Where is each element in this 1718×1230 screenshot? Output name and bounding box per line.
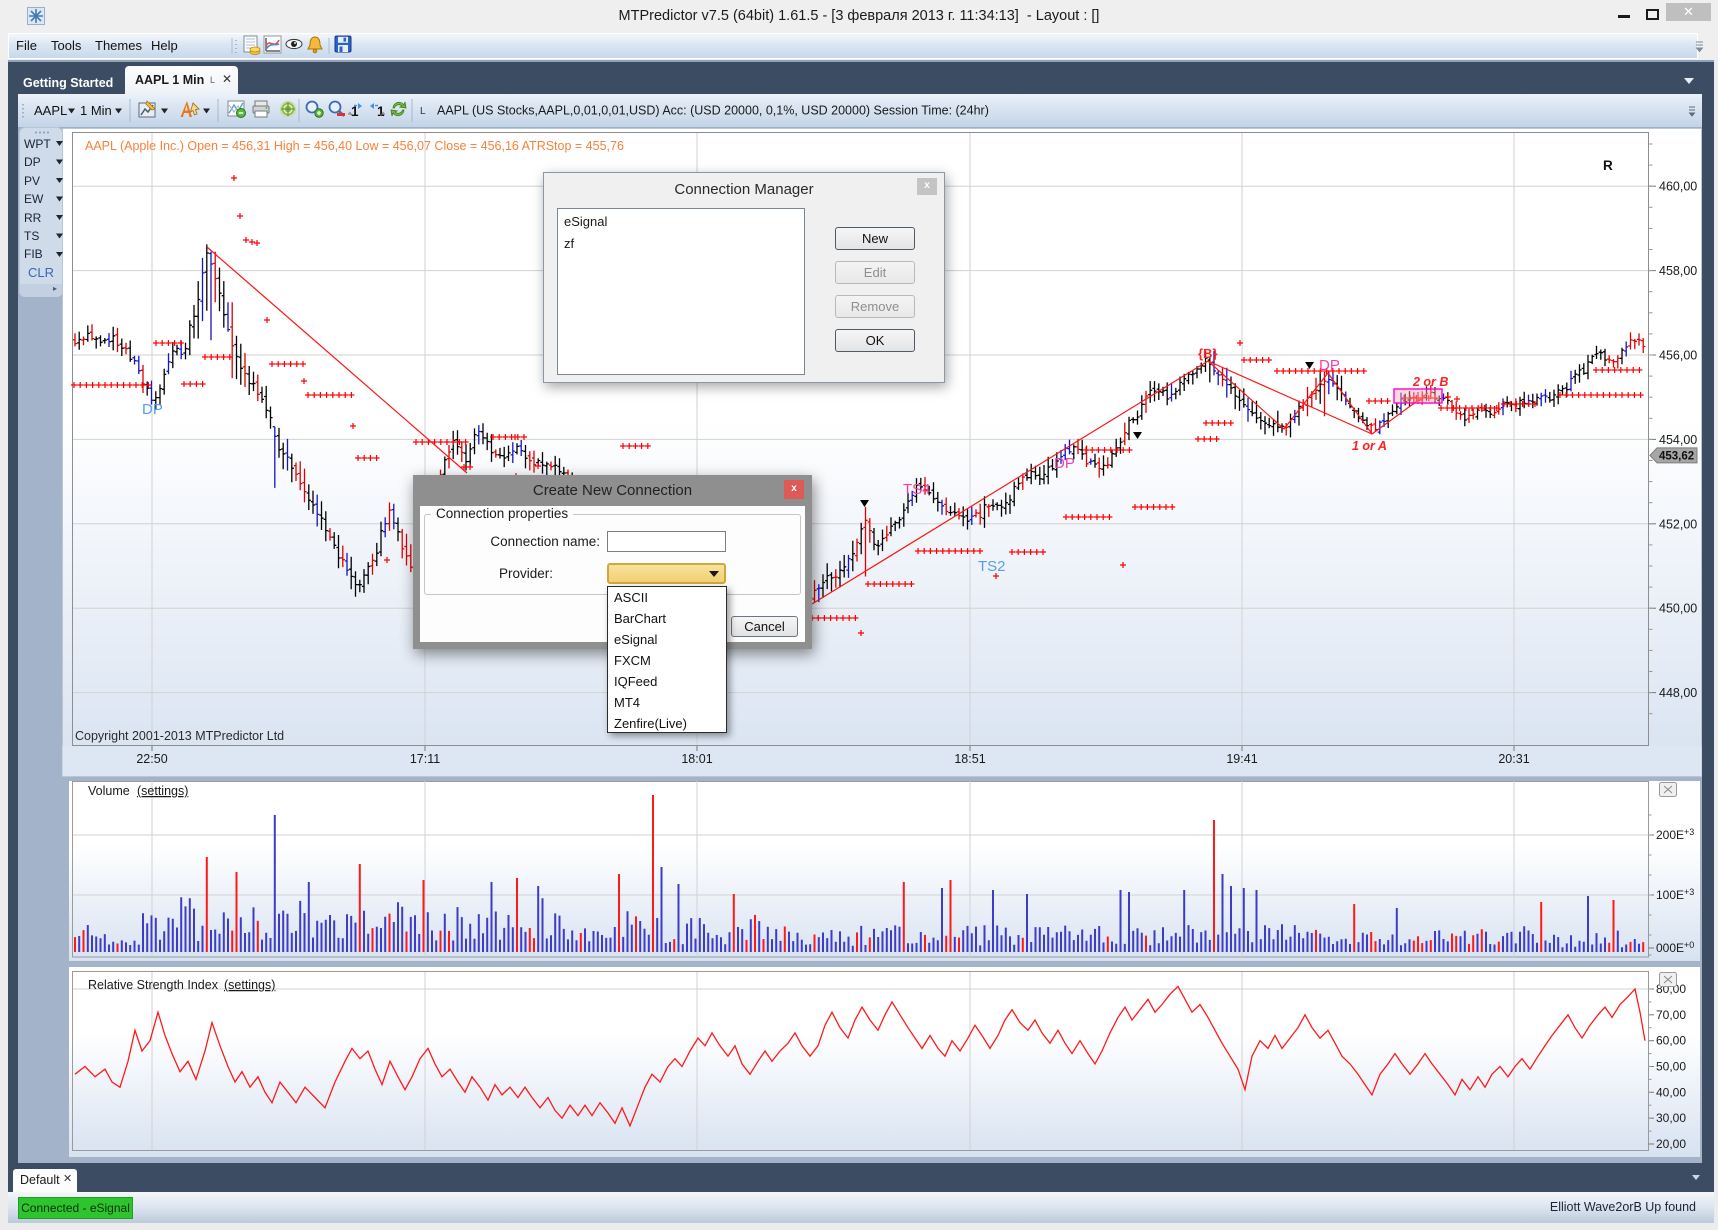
svg-text:1 or A: 1 or A (1352, 439, 1387, 453)
svg-text:(settings): (settings) (224, 978, 275, 992)
svg-text:DP: DP (1319, 357, 1340, 374)
svg-text:454,00: 454,00 (1659, 433, 1697, 447)
svg-text:22:50: 22:50 (136, 752, 167, 766)
svg-text:L: L (420, 106, 426, 117)
svg-text:458,00: 458,00 (1659, 264, 1697, 278)
svg-text:Copyright 2001-2013 MTPredicto: Copyright 2001-2013 MTPredictor Ltd (75, 729, 284, 743)
svg-text:460,00: 460,00 (1659, 180, 1697, 194)
svg-text:448,00: 448,00 (1659, 686, 1697, 700)
svg-text:(settings): (settings) (137, 784, 188, 798)
svg-text:60,00: 60,00 (1656, 1034, 1686, 1048)
svg-text:20,00: 20,00 (1656, 1137, 1686, 1151)
svg-text:20:31: 20:31 (1498, 752, 1529, 766)
svg-text:AAPL (Apple Inc.) Open = 456,3: AAPL (Apple Inc.) Open = 456,31 High = 4… (85, 139, 624, 153)
svg-text:18:01: 18:01 (681, 752, 712, 766)
svg-text:DP: DP (1054, 455, 1075, 472)
svg-text:70,00: 70,00 (1656, 1008, 1686, 1022)
svg-text:AAPL (US Stocks,AAPL,0,01,0,01: AAPL (US Stocks,AAPL,0,01,0,01,USD) Acc:… (437, 104, 989, 118)
svg-text:50,00: 50,00 (1656, 1060, 1686, 1074)
svg-text:18:51: 18:51 (954, 752, 985, 766)
svg-text:40,00: 40,00 (1656, 1085, 1686, 1099)
svg-text:452,00: 452,00 (1659, 517, 1697, 531)
svg-text:2 or B: 2 or B (1412, 375, 1448, 389)
svg-text:{B}: {B} (1198, 346, 1218, 361)
svg-text:TS2: TS2 (978, 558, 1006, 575)
svg-text:1 Min: 1 Min (80, 103, 112, 118)
svg-text:456,00: 456,00 (1659, 349, 1697, 363)
svg-text:R: R (1603, 158, 1613, 173)
svg-text:450,00: 450,00 (1659, 602, 1697, 616)
svg-text:AAPL: AAPL (34, 103, 67, 118)
svg-text:30,00: 30,00 (1656, 1111, 1686, 1125)
svg-text:1: 1 (351, 104, 359, 119)
svg-text:Volume: Volume (88, 784, 130, 798)
svg-text:19:41: 19:41 (1226, 752, 1257, 766)
svg-text:TS4: TS4 (903, 481, 931, 498)
svg-text:Relative Strength Index: Relative Strength Index (88, 978, 219, 992)
svg-text:453,62: 453,62 (1659, 450, 1694, 462)
svg-text:1: 1 (377, 104, 385, 119)
svg-text:DP: DP (142, 401, 163, 418)
svg-text:17:11: 17:11 (410, 752, 440, 766)
